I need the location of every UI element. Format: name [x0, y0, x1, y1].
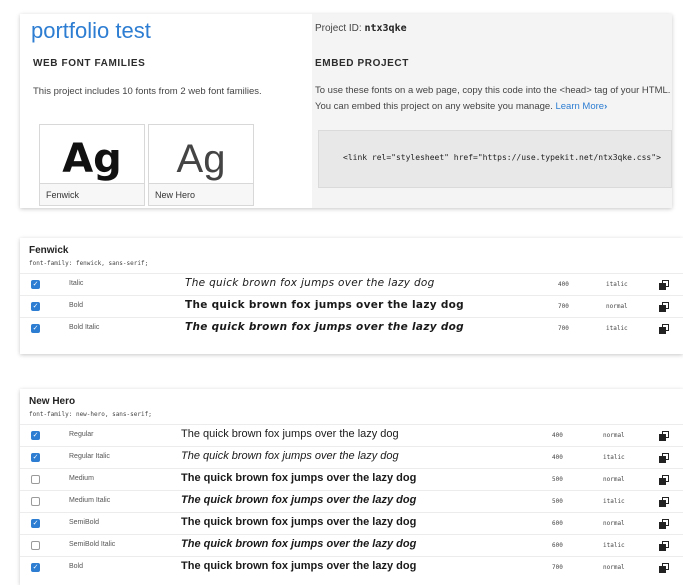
copy-icon[interactable] [659, 302, 669, 312]
font-style-value: normal [603, 520, 625, 527]
font-style-name: Bold [69, 302, 84, 309]
font-sample-text: The quick brown fox jumps over the lazy … [185, 277, 435, 289]
chevron-right-icon[interactable]: › [604, 101, 607, 112]
font-tile-name: New Hero [149, 183, 253, 205]
font-row: ✓ Regular The quick brown fox jumps over t… [20, 424, 683, 446]
copy-icon[interactable] [659, 519, 669, 529]
family-card-fenwick: Fenwick font-family: fenwick, sans-serif… [20, 238, 683, 354]
copy-icon[interactable] [659, 541, 669, 551]
font-style-name: Regular [69, 431, 94, 438]
font-sample-text: The quick brown fox jumps over the lazy … [181, 516, 417, 528]
font-style-name: Regular Italic [69, 453, 110, 460]
family-name: Fenwick [29, 245, 69, 256]
font-style-name: Italic [69, 280, 84, 287]
font-style-name: Medium [69, 475, 94, 482]
font-tile-sample: Ag [176, 137, 226, 181]
copy-icon[interactable] [659, 453, 669, 463]
font-row: ✓ Regular Italic The quick brown fox jumps… [20, 446, 683, 468]
family-css[interactable]: font-family: fenwick, sans-serif; [29, 260, 148, 267]
project-id-value[interactable]: ntx3qke [364, 23, 406, 34]
font-sample-text: The quick brown fox jumps over the lazy … [181, 472, 417, 484]
font-style-name: Bold [69, 563, 84, 570]
font-tile-fenwick[interactable]: Ag Fenwick [39, 124, 145, 206]
font-tile-name: Fenwick [40, 183, 144, 205]
font-sample-text: The quick brown fox jumps over the lazy … [185, 321, 464, 333]
font-style-value: normal [606, 303, 628, 310]
embed-project-heading: EMBED PROJECT [315, 58, 409, 69]
font-style-value: italic [603, 542, 625, 549]
copy-icon[interactable] [659, 497, 669, 507]
web-font-families-heading: WEB FONT FAMILIES [33, 58, 146, 69]
font-style-value: italic [606, 325, 628, 332]
family-css[interactable]: font-family: new-hero, sans-serif; [29, 411, 152, 418]
font-row: Medium Italic The quick brown fox jumps o… [20, 490, 683, 512]
copy-icon[interactable] [659, 431, 669, 441]
font-weight-value: 500 [552, 498, 563, 505]
font-row: ✓ Bold The quick brown fox jumps over the … [20, 295, 683, 317]
copy-icon[interactable] [659, 280, 669, 290]
font-weight-value: 700 [558, 303, 569, 310]
embed-description: To use these fonts on a web page, copy t… [315, 83, 675, 115]
copy-icon[interactable] [659, 563, 669, 573]
family-card-new-hero: New Hero font-family: new-hero, sans-ser… [20, 389, 683, 585]
family-name: New Hero [29, 396, 76, 407]
font-weight-value: 600 [552, 542, 563, 549]
font-weight-value: 400 [552, 432, 563, 439]
font-sample-text: The quick brown fox jumps over the lazy … [181, 428, 399, 440]
font-style-value: normal [603, 432, 625, 439]
embed-panel: Project ID: ntx3qke EMBED PROJECT To use… [312, 14, 672, 208]
font-weight-value: 600 [552, 520, 563, 527]
font-weight-value: 400 [552, 454, 563, 461]
font-row: Medium The quick brown fox jumps over the… [20, 468, 683, 490]
embed-description-line-1: To use these fonts on a web page, copy t… [315, 85, 671, 96]
embed-description-line-2: You can embed this project on any websit… [315, 101, 553, 112]
font-checkbox[interactable]: ✓ [31, 302, 40, 311]
font-row: SemiBold Italic The quick brown fox jumps… [20, 534, 683, 556]
font-checkbox[interactable]: ✓ [31, 453, 40, 462]
project-title[interactable]: portfolio test [31, 18, 151, 44]
font-checkbox[interactable]: ✓ [31, 324, 40, 333]
font-style-name: Bold Italic [69, 324, 100, 331]
font-row: ✓ Bold The quick brown fox jumps over the … [20, 556, 683, 578]
font-row: ✓ Bold Italic The quick brown fox jumps ov… [20, 317, 683, 339]
project-id-label: Project ID: [315, 23, 362, 34]
web-font-families-description: This project includes 10 fonts from 2 we… [33, 86, 262, 97]
project-id: Project ID: ntx3qke [315, 23, 407, 34]
font-style-value: italic [603, 454, 625, 461]
font-checkbox[interactable]: ✓ [31, 519, 40, 528]
font-checkbox[interactable]: ✓ [31, 563, 40, 572]
font-checkbox[interactable]: ✓ [31, 431, 40, 440]
font-row: ✓ Italic The quick brown fox jumps over th… [20, 273, 683, 295]
font-style-value: italic [603, 498, 625, 505]
font-style-name: SemiBold Italic [69, 541, 116, 548]
font-weight-value: 700 [558, 325, 569, 332]
font-sample-text: The quick brown fox jumps over the lazy … [181, 560, 417, 572]
font-weight-value: 700 [552, 564, 563, 571]
font-style-value: normal [603, 476, 625, 483]
font-sample-text: The quick brown fox jumps over the lazy … [185, 299, 464, 311]
font-style-name: SemiBold [69, 519, 99, 526]
copy-icon[interactable] [659, 324, 669, 334]
font-checkbox[interactable] [31, 541, 40, 550]
font-style-name: Medium Italic [69, 497, 111, 504]
font-sample-text: The quick brown fox jumps over the lazy … [181, 494, 417, 506]
font-checkbox[interactable] [31, 475, 40, 484]
font-weight-value: 500 [552, 476, 563, 483]
font-row: ✓ SemiBold The quick brown fox jumps over … [20, 512, 683, 534]
embed-code[interactable]: <link rel="stylesheet" href="https://use… [343, 153, 661, 162]
font-checkbox[interactable]: ✓ [31, 280, 40, 289]
font-tile-new-hero[interactable]: Ag New Hero [148, 124, 254, 206]
copy-icon[interactable] [659, 475, 669, 485]
font-sample-text: The quick brown fox jumps over the lazy … [181, 450, 399, 462]
font-style-value: italic [606, 281, 628, 288]
learn-more-link[interactable]: Learn More [555, 101, 604, 112]
embed-code-box[interactable]: <link rel="stylesheet" href="https://use… [318, 130, 672, 188]
font-weight-value: 400 [558, 281, 569, 288]
project-card: portfolio test WEB FONT FAMILIES This pr… [20, 14, 672, 208]
font-sample-text: The quick brown fox jumps over the lazy … [181, 538, 417, 550]
project-info-panel: portfolio test WEB FONT FAMILIES This pr… [20, 14, 312, 208]
font-checkbox[interactable] [31, 497, 40, 506]
font-tile-sample: Ag [62, 136, 122, 182]
font-style-value: normal [603, 564, 625, 571]
